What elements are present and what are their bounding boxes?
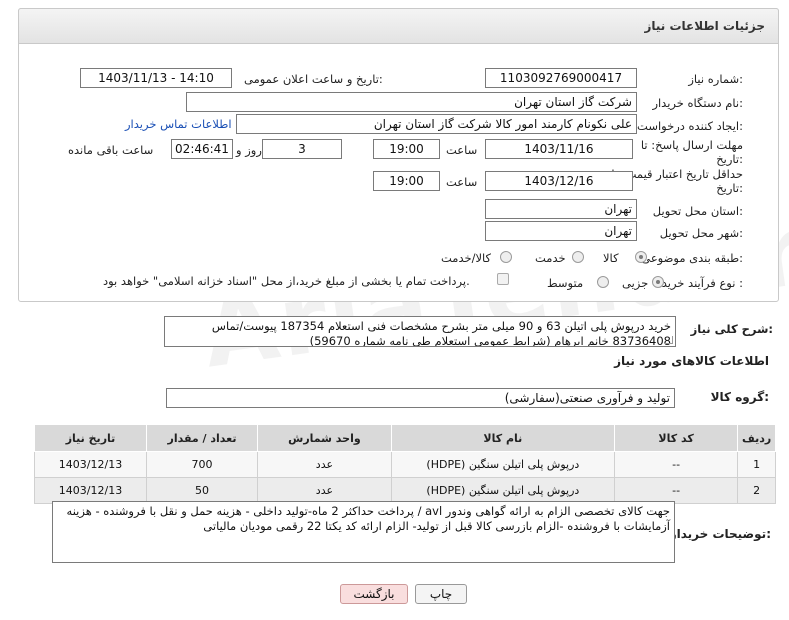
process-option-minor: جزیی xyxy=(622,276,649,290)
process-option-medium: متوسط xyxy=(547,276,584,290)
category-option-both: کالا/خدمت xyxy=(441,251,492,265)
goods-table: ردیف کد کالا نام کالا واحد شمارش تعداد /… xyxy=(33,424,776,504)
price-validity-label-2: تاریخ: xyxy=(716,181,743,195)
cell-name: درپوش پلی اتیلن سنگین (HDPE) xyxy=(390,477,615,504)
cell-code: -- xyxy=(613,451,739,478)
need-number-field[interactable]: 1103092769000417 xyxy=(485,68,637,88)
cell-row: 1 xyxy=(737,451,776,478)
buyer-org-field[interactable]: شرکت گاز استان تهران xyxy=(186,92,637,112)
summary-textarea[interactable]: خرید درپوش پلی اتیلن 63 و 90 میلی متر بش… xyxy=(164,316,676,347)
table-row[interactable]: 1 -- درپوش پلی اتیلن سنگین (HDPE) عدد 70… xyxy=(33,451,776,478)
buyer-notes-textarea[interactable]: جهت کالای تخصصی الزام به ارائه گواهی وند… xyxy=(52,501,675,563)
page-title: جزئیات اطلاعات نیاز xyxy=(644,19,765,33)
col-code: کد کالا xyxy=(613,424,739,452)
col-qty: تعداد / مقدار xyxy=(146,424,258,452)
category-radio-service[interactable] xyxy=(572,251,584,263)
goods-table-header: ردیف کد کالا نام کالا واحد شمارش تعداد /… xyxy=(33,424,776,452)
cell-date: 1403/12/13 xyxy=(33,477,148,504)
requester-label: ایجاد کننده درخواست: xyxy=(637,119,743,133)
price-time-label: ساعت xyxy=(446,175,478,189)
buyer-contact-link[interactable]: اطلاعات تماس خریدار xyxy=(125,117,232,131)
category-option-service: خدمت xyxy=(535,251,566,265)
cell-code: -- xyxy=(613,477,739,504)
col-unit: واحد شمارش xyxy=(256,424,392,452)
category-radio-goods[interactable] xyxy=(635,251,647,263)
price-date-field[interactable]: 1403/12/16 xyxy=(485,171,633,191)
send-deadline-label-2: تاریخ: xyxy=(716,152,743,166)
treasury-payment-note: پرداخت تمام یا بخشی از مبلغ خرید،از محل … xyxy=(103,274,470,288)
send-time-label: ساعت xyxy=(446,143,478,157)
remaining-label: ساعت باقی مانده xyxy=(68,143,154,157)
buyer-org-label: نام دستگاه خریدار: xyxy=(652,96,743,110)
cell-unit: عدد xyxy=(256,477,392,504)
send-deadline-label: مهلت ارسال پاسخ: تا xyxy=(640,138,743,152)
category-option-goods: کالا xyxy=(603,251,619,265)
remaining-time-field[interactable]: 02:46:41 xyxy=(171,139,233,159)
process-radio-minor[interactable] xyxy=(652,276,664,288)
buyer-notes-label: توضیحات خریدار: xyxy=(669,527,771,541)
city-field[interactable]: تهران xyxy=(485,221,637,241)
buyer-notes-text: جهت کالای تخصصی الزام به ارائه گواهی وند… xyxy=(66,504,670,533)
announce-field[interactable]: 1403/11/13 - 14:10 xyxy=(80,68,232,88)
summary-text: خرید درپوش پلی اتیلن 63 و 90 میلی متر بش… xyxy=(211,319,671,347)
category-label: طبقه بندی موضوعی: xyxy=(641,251,743,265)
days-count-field[interactable]: 3 xyxy=(262,139,342,159)
price-time-field[interactable]: 19:00 xyxy=(373,171,440,191)
col-row: ردیف xyxy=(737,424,776,452)
table-row[interactable]: 2 -- درپوش پلی اتیلن سنگین (HDPE) عدد 50… xyxy=(33,477,776,504)
col-date: تاریخ نیاز xyxy=(33,424,148,452)
category-radio-both[interactable] xyxy=(500,251,512,263)
cell-name: درپوش پلی اتیلن سنگین (HDPE) xyxy=(390,451,615,478)
cell-qty: 700 xyxy=(146,451,258,478)
city-label: شهر محل تحویل: xyxy=(659,226,743,240)
days-label: روز و xyxy=(236,143,262,157)
process-radio-medium[interactable] xyxy=(597,276,609,288)
need-number-label: شماره نیاز: xyxy=(688,72,743,86)
province-field[interactable]: تهران xyxy=(485,199,637,219)
announce-label: تاریخ و ساعت اعلان عمومی: xyxy=(244,72,383,86)
cell-date: 1403/12/13 xyxy=(33,451,148,478)
requester-field[interactable]: علی نکونام کارمند امور کالا شرکت گاز است… xyxy=(236,114,637,134)
treasury-payment-checkbox[interactable] xyxy=(497,273,509,285)
province-label: استان محل تحویل: xyxy=(652,204,743,218)
send-date-field[interactable]: 1403/11/16 xyxy=(485,139,633,159)
goods-section-title: اطلاعات کالاهای مورد نیاز xyxy=(614,354,769,368)
print-button[interactable]: چاپ xyxy=(415,584,467,604)
cell-unit: عدد xyxy=(256,451,392,478)
process-label: نوع فرآیند خرید : xyxy=(661,276,743,290)
cell-qty: 50 xyxy=(146,477,258,504)
summary-label: شرح کلی نیاز: xyxy=(690,322,773,336)
goods-group-field[interactable]: تولید و فرآوری صنعتی(سفارشی) xyxy=(166,388,675,408)
send-time-field[interactable]: 19:00 xyxy=(373,139,440,159)
back-button[interactable]: بازگشت xyxy=(340,584,408,604)
resize-handle-icon[interactable] xyxy=(665,336,673,344)
col-name: نام کالا xyxy=(390,424,615,452)
goods-group-label: گروه کالا: xyxy=(710,390,769,404)
cell-row: 2 xyxy=(737,477,776,504)
